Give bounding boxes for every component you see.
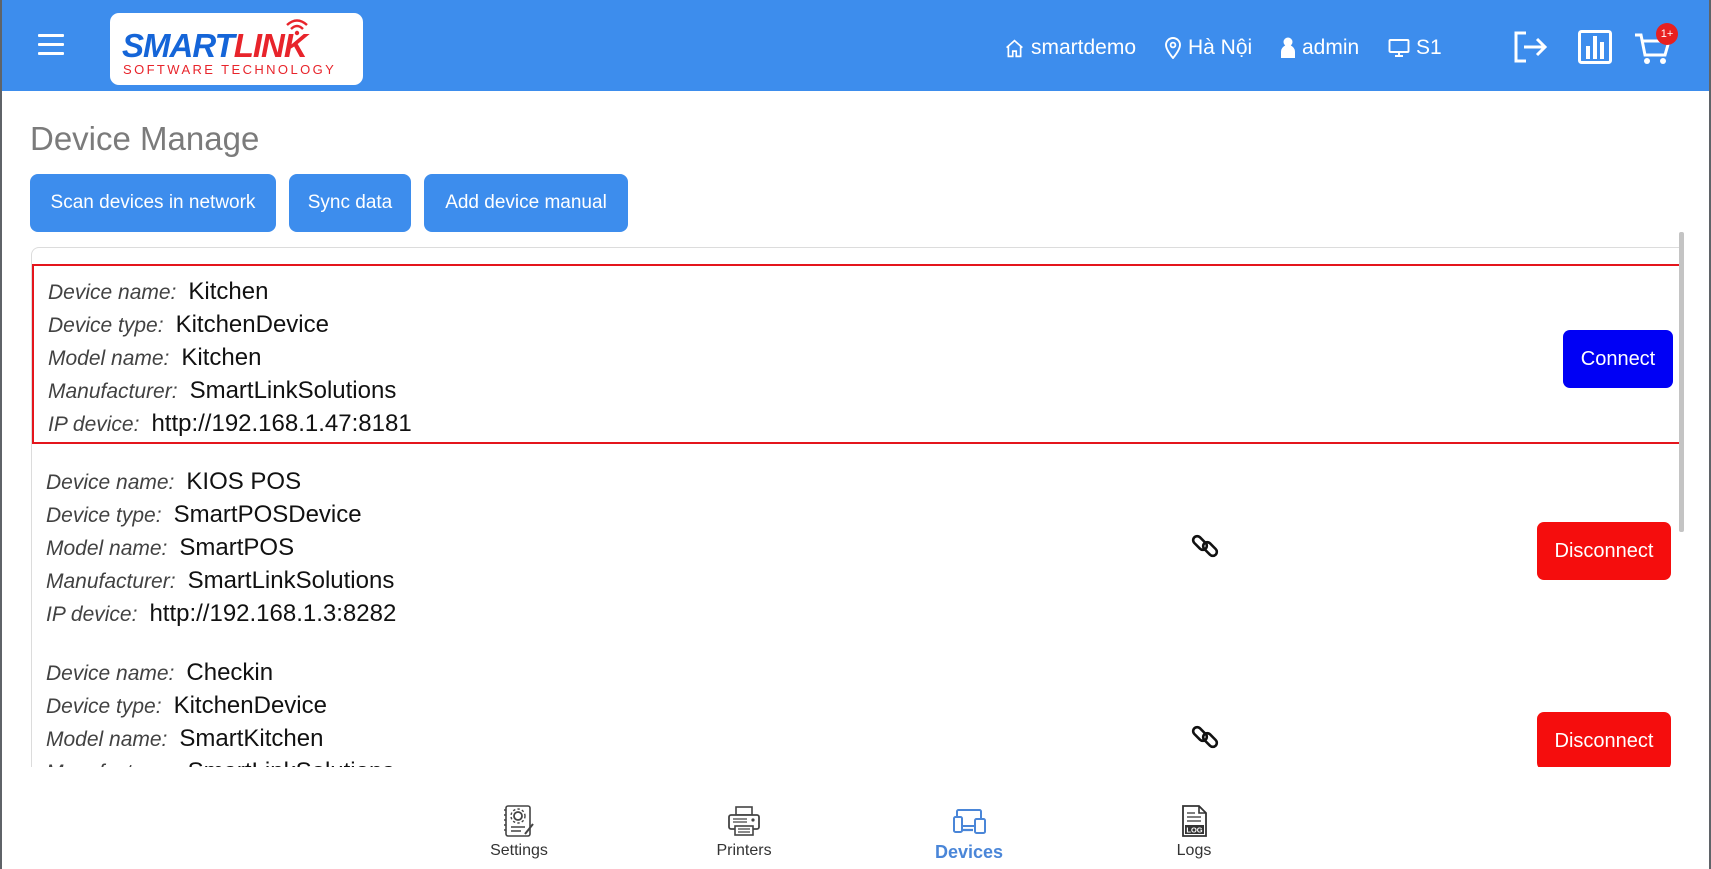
station-name: S1 [1416, 36, 1442, 59]
nav-printers-label: Printers [716, 842, 772, 859]
devices-icon [953, 809, 986, 834]
ip-device-row: IP device: http://192.168.1.47:8181 [48, 410, 412, 437]
smartlink-logo: SMARTLINK SOFTWARE TECHNOLOGY [110, 13, 363, 85]
connect-button[interactable]: Connect [1563, 330, 1673, 388]
nav-devices[interactable]: Devices [899, 804, 1039, 864]
user-icon [1281, 37, 1295, 58]
manufacturer-value: SmartLinkSolutions [188, 758, 395, 767]
device-item-checkin[interactable]: Device name: Checkin Device type: KitchenD… [32, 647, 1682, 767]
device-type-value: KitchenDevice [175, 311, 329, 338]
device-name-value: Checkin [186, 659, 274, 686]
nav-logs-label: Logs [1176, 842, 1212, 859]
manufacturer-row: Manufacturer:SmartLinkSolutions [48, 377, 397, 404]
logo-wordmark: SMARTLINK [122, 27, 308, 64]
logout-icon[interactable] [1512, 30, 1548, 64]
store-info: smartdemo [1004, 35, 1136, 61]
nav-settings[interactable]: Settings [449, 804, 589, 864]
link-icon[interactable] [1189, 721, 1221, 753]
station-info: S1 [1388, 35, 1442, 61]
link-icon[interactable] [1189, 530, 1221, 562]
device-name-value: KIOS POS [186, 468, 302, 495]
add-device-manual-button[interactable]: Add device manual [424, 174, 628, 232]
monitor-icon [1388, 39, 1410, 57]
location-name: Hà Nội [1188, 36, 1253, 59]
home-icon [1006, 39, 1023, 57]
bottom-navigation: Settings Printers Devices LOG Logs [2, 790, 1709, 869]
device-name-row: Device name: KIOS POS [46, 468, 302, 495]
device-type-row: Device type: KitchenDevice [46, 692, 327, 719]
page-title: Device Manage [30, 120, 260, 157]
top-header: SMARTLINK SOFTWARE TECHNOLOGY smartdemo … [2, 0, 1709, 91]
hamburger-menu-icon[interactable] [38, 34, 64, 56]
svg-text:LOG: LOG [1186, 826, 1202, 835]
cart-badge: 1+ [1656, 23, 1678, 45]
nav-logs[interactable]: LOG Logs [1124, 804, 1264, 864]
model-name-value: SmartPOS [179, 534, 295, 561]
device-type-value: SmartPOSDevice [173, 501, 362, 528]
ip-device-row: IP device: http://192.168.1.3:8282 [46, 600, 397, 627]
store-name: smartdemo [1031, 36, 1137, 59]
printer-icon [728, 806, 760, 836]
user-info: admin [1280, 35, 1359, 61]
model-name-value: Kitchen [181, 344, 262, 371]
map-pin-icon [1165, 37, 1181, 59]
device-type-row: Device type: KitchenDevice [48, 311, 329, 338]
model-name-value: SmartKitchen [179, 725, 324, 752]
user-name: admin [1302, 36, 1360, 59]
model-name-row: Model name: SmartPOS [46, 534, 295, 561]
ip-device-value: http://192.168.1.47:8181 [151, 410, 412, 437]
device-type-value: KitchenDevice [173, 692, 327, 719]
location-info: Hà Nội [1164, 35, 1252, 61]
app-window: SMARTLINK SOFTWARE TECHNOLOGY smartdemo … [0, 0, 1711, 869]
logo-tagline: SOFTWARE TECHNOLOGY [123, 62, 337, 77]
sync-data-button[interactable]: Sync data [289, 174, 411, 232]
device-list[interactable]: Device name: Kitchen Device type: KitchenD… [31, 247, 1682, 767]
model-name-row: Model name: SmartKitchen [46, 725, 324, 752]
manufacturer-value: SmartLinkSolutions [187, 567, 395, 594]
disconnect-button[interactable]: Disconnect [1537, 712, 1671, 767]
device-name-row: Device name: Checkin [46, 659, 274, 686]
manufacturer-value: SmartLinkSolutions [189, 377, 397, 404]
manufacturer-row: Manufacturer:SmartLinkSolutions [46, 567, 395, 594]
manufacturer-row: Manufacturer:SmartLinkSolutions [46, 758, 394, 767]
device-name-row: Device name: Kitchen [48, 278, 269, 305]
device-name-value: Kitchen [188, 278, 269, 305]
nav-devices-label: Devices [934, 842, 1004, 862]
nav-printers[interactable]: Printers [674, 804, 814, 864]
device-item-kios-pos[interactable]: Device name: KIOS POS Device type: SmartPO… [32, 456, 1682, 636]
list-scrollbar[interactable] [1679, 232, 1684, 532]
log-icon: LOG [1182, 805, 1207, 837]
report-chart-icon[interactable] [1578, 30, 1612, 64]
disconnect-button[interactable]: Disconnect [1537, 522, 1671, 580]
scan-devices-button[interactable]: Scan devices in network [30, 174, 276, 232]
nav-settings-label: Settings [490, 842, 548, 859]
ip-device-value: http://192.168.1.3:8282 [149, 600, 397, 627]
settings-icon [504, 805, 534, 837]
model-name-row: Model name: Kitchen [48, 344, 262, 371]
device-type-row: Device type: SmartPOSDevice [46, 501, 362, 528]
device-item-kitchen[interactable]: Device name: Kitchen Device type: KitchenD… [32, 264, 1682, 444]
